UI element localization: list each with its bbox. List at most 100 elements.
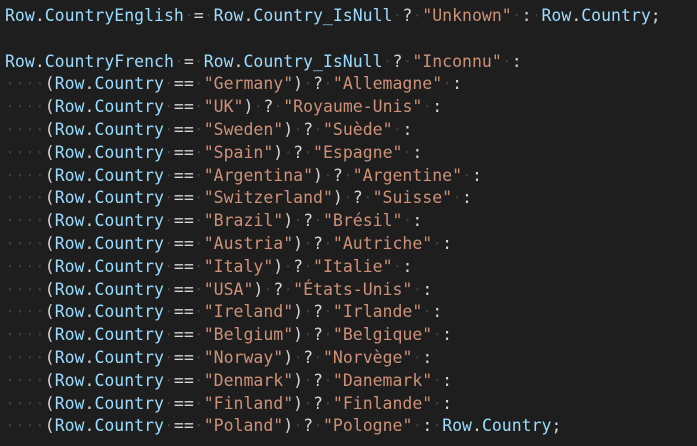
code-operator: . (84, 188, 95, 208)
code-operator: . (84, 325, 95, 345)
code-identifier: Row (541, 6, 572, 25)
whitespace-marker: · (432, 393, 443, 413)
whitespace-marker: · (402, 211, 413, 231)
code-line[interactable]: Row.CountryEnglish·=·Row.Country_IsNull·… (5, 5, 697, 28)
code-operator: : (471, 165, 482, 185)
code-operator: ? (303, 347, 314, 367)
code-identifier: Row (54, 302, 85, 322)
code-operator: == (173, 97, 194, 117)
whitespace-marker: · (432, 325, 443, 345)
code-string-literal: "Ireland" (203, 302, 294, 322)
code-operator: == (173, 165, 194, 185)
code-line[interactable]: ····(Row.Country·==·"Sweden")·?·"Suède"·… (5, 119, 697, 142)
code-line[interactable]: ····(Row.Country·==·"Poland")·?·"Pologne… (5, 415, 697, 438)
code-line[interactable]: ····(Row.Country·==·"Argentina")·?·"Arge… (5, 165, 697, 188)
whitespace-marker: · (163, 279, 174, 299)
code-line[interactable]: ····(Row.Country·==·"Switzerland")·?·"Su… (5, 187, 697, 210)
code-operator: ) (243, 97, 254, 117)
whitespace-marker: · (382, 51, 393, 71)
code-operator: ? (303, 416, 314, 436)
code-operator: . (84, 302, 95, 322)
code-operator: ) (313, 165, 323, 185)
whitespace-marker: · (193, 74, 204, 94)
whitespace-marker: ···· (5, 142, 45, 162)
code-operator: == (173, 188, 194, 208)
code-operator: ( (44, 325, 55, 345)
code-operator: ( (44, 165, 55, 185)
code-line[interactable]: Row.CountryFrench·=·Row.Country_IsNull·?… (5, 51, 697, 74)
code-identifier: Row (54, 97, 85, 117)
code-line[interactable]: ····(Row.Country·==·"Ireland")·?·"Irland… (5, 301, 697, 324)
whitespace-marker: · (402, 51, 413, 71)
whitespace-marker: ···· (5, 119, 45, 139)
code-operator: ? (332, 165, 343, 185)
code-operator: : (442, 233, 453, 253)
code-operator: . (84, 74, 95, 94)
code-identifier: Country (94, 233, 164, 253)
code-line[interactable]: ····(Row.Country·==·"Norway")·?·"Norvège… (5, 347, 697, 370)
code-operator: ) (273, 256, 284, 276)
code-identifier: Row (5, 6, 35, 25)
code-operator: ? (313, 74, 323, 94)
whitespace-marker: · (293, 119, 304, 139)
whitespace-marker: · (193, 302, 204, 322)
code-line[interactable]: ····(Row.Country·==·"Belgium")·?·"Belgiq… (5, 324, 697, 347)
whitespace-marker: · (322, 325, 333, 345)
code-operator: ) (332, 188, 343, 208)
whitespace-marker: · (283, 142, 294, 162)
code-operator: == (173, 370, 194, 390)
whitespace-marker: · (412, 279, 423, 299)
whitespace-marker: · (193, 256, 204, 276)
whitespace-marker: · (193, 119, 204, 139)
code-operator: ? (313, 325, 323, 345)
code-operator: . (84, 416, 95, 436)
code-line[interactable]: ​ (5, 28, 697, 51)
code-line[interactable]: ····(Row.Country·==·"Italy")·?·"Italie"·… (5, 256, 697, 279)
code-line[interactable]: ····(Row.Country·==·"Finland")·?·"Finlan… (5, 393, 697, 416)
whitespace-marker: · (193, 325, 204, 345)
code-identifier: Row (54, 211, 85, 231)
code-identifier: Row (54, 142, 85, 162)
code-operator: ? (293, 256, 304, 276)
whitespace-marker: · (163, 302, 174, 322)
code-operator: == (173, 119, 194, 139)
code-string-literal: "Spain" (203, 142, 274, 162)
code-string-literal: "Norway" (203, 347, 284, 367)
code-line[interactable]: ····(Row.Country·==·"UK")·?·"Royaume-Uni… (5, 96, 697, 119)
code-identifier: Country (94, 119, 164, 139)
whitespace-marker: · (163, 393, 174, 413)
code-operator: ? (263, 97, 274, 117)
code-line[interactable]: ····(Row.Country·==·"Spain")·?·"Espagne"… (5, 142, 697, 165)
code-operator: . (84, 211, 95, 231)
code-operator: . (34, 6, 45, 25)
code-operator: ( (44, 119, 55, 139)
whitespace-marker: · (193, 370, 204, 390)
code-identifier: Row (5, 51, 35, 71)
code-operator: : (402, 256, 413, 276)
whitespace-marker: · (422, 302, 433, 322)
whitespace-marker: ···· (5, 188, 45, 208)
whitespace-marker: ···· (5, 256, 45, 276)
code-line[interactable]: ····(Row.Country·==·"Austria")·?·"Autric… (5, 233, 697, 256)
code-operator: ( (44, 97, 55, 117)
code-operator: : (462, 188, 472, 208)
code-operator: . (571, 6, 582, 25)
code-operator: ) (273, 142, 284, 162)
code-line[interactable]: ····(Row.Country·==·"USA")·?·"États-Unis… (5, 279, 697, 302)
code-identifier: Row (203, 51, 234, 71)
code-line[interactable]: ····(Row.Country·==·"Germany")·?·"Allema… (5, 73, 697, 96)
whitespace-marker: · (313, 211, 323, 231)
code-line[interactable]: ····(Row.Country·==·"Brazil")·?·"Brésil"… (5, 210, 697, 233)
whitespace-marker: · (322, 393, 333, 413)
whitespace-marker: · (163, 74, 174, 94)
code-operator: ? (303, 211, 314, 231)
code-line[interactable]: ····(Row.Country·==·"Denmark")·?·"Danema… (5, 370, 697, 393)
code-operator: ( (44, 211, 55, 231)
code-string-literal: "Finlande" (332, 393, 433, 413)
code-editor[interactable]: Row.CountryEnglish·=·Row.Country_IsNull·… (0, 0, 697, 446)
code-identifier: Country (94, 165, 164, 185)
code-operator: . (84, 279, 95, 299)
whitespace-marker: · (163, 370, 174, 390)
code-identifier: Row (54, 256, 85, 276)
whitespace-marker: · (253, 97, 264, 117)
